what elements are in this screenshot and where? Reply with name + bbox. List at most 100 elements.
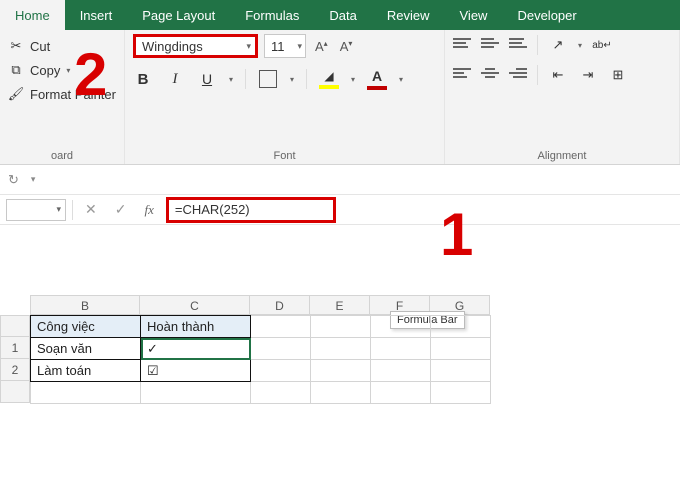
column-headers: B C D E F G <box>30 295 680 315</box>
cell[interactable] <box>251 360 311 382</box>
merge-center-button[interactable]: ⊞ <box>608 64 628 86</box>
col-header-e[interactable]: E <box>310 295 370 315</box>
increase-indent-button[interactable]: ⇥ <box>578 64 598 86</box>
cell[interactable] <box>311 360 371 382</box>
separator <box>72 200 73 220</box>
chevron-down-icon: ▾ <box>66 66 70 75</box>
cell[interactable] <box>431 316 491 338</box>
paintbrush-icon: 🖌 <box>8 86 24 102</box>
separator <box>245 69 246 89</box>
shrink-font-button[interactable]: A▾ <box>337 39 356 54</box>
separator <box>306 69 307 89</box>
font-size-dropdown[interactable]: 11 <box>264 34 306 58</box>
font-color-icon: A <box>372 68 382 84</box>
cut-label: Cut <box>30 39 50 54</box>
cell[interactable] <box>371 338 431 360</box>
align-center-button[interactable] <box>481 68 499 82</box>
underline-button[interactable]: U <box>197 68 217 90</box>
align-bottom-button[interactable] <box>509 38 527 52</box>
col-header-d[interactable]: D <box>250 295 310 315</box>
align-top-button[interactable] <box>453 38 471 52</box>
formula-value: =CHAR(252) <box>175 202 250 217</box>
callout-2: 2 <box>74 40 107 109</box>
cell[interactable] <box>311 382 371 404</box>
chevron-down-icon[interactable]: ▾ <box>351 75 355 84</box>
cell[interactable] <box>251 316 311 338</box>
group-alignment: ↗ ▾ ab↵ ⇤ ⇥ ⊞ Alignment <box>445 30 680 164</box>
chevron-down-icon[interactable]: ▾ <box>290 75 294 84</box>
borders-icon <box>259 70 277 88</box>
copy-label: Copy <box>30 63 60 78</box>
chevron-down-icon[interactable]: ▾ <box>399 75 403 84</box>
chevron-down-icon[interactable]: ▾ <box>229 75 233 84</box>
row-header-1[interactable]: 1 <box>0 337 30 359</box>
tab-review[interactable]: Review <box>372 0 445 30</box>
align-right-button[interactable] <box>509 68 527 82</box>
cells: Công việc Hoàn thành Soạn văn ✓ Làm toán… <box>30 315 491 404</box>
row-header-blank2[interactable] <box>0 381 30 403</box>
borders-button[interactable] <box>258 68 278 90</box>
wrap-text-button[interactable]: ab↵ <box>592 34 612 56</box>
cell-c2[interactable]: ☑ <box>141 360 251 382</box>
bold-button[interactable]: B <box>133 68 153 90</box>
fx-icon[interactable]: fx <box>138 202 159 218</box>
cell[interactable] <box>31 382 141 404</box>
font-color-button[interactable]: A <box>367 68 387 90</box>
align-left-button[interactable] <box>453 68 471 82</box>
redo-button[interactable]: ↻ <box>8 172 19 188</box>
cell[interactable] <box>371 316 431 338</box>
tab-data[interactable]: Data <box>314 0 371 30</box>
cell[interactable] <box>311 338 371 360</box>
row-header-2[interactable]: 2 <box>0 359 30 381</box>
font-color-swatch <box>367 86 387 90</box>
formula-bar: ✕ ✓ fx =CHAR(252) <box>0 195 680 225</box>
cell[interactable] <box>431 360 491 382</box>
italic-button[interactable]: I <box>165 68 185 90</box>
tab-developer[interactable]: Developer <box>502 0 591 30</box>
tab-insert[interactable]: Insert <box>65 0 128 30</box>
separator <box>537 35 538 55</box>
quick-access-bar: ↻ ▾ <box>0 165 680 195</box>
row-header-blank[interactable] <box>0 315 30 337</box>
enter-formula-button[interactable]: ✓ <box>109 201 133 218</box>
cell-b1[interactable]: Soạn văn <box>31 338 141 360</box>
name-box[interactable] <box>6 199 66 221</box>
cell[interactable] <box>371 382 431 404</box>
col-header-b[interactable]: B <box>30 295 140 315</box>
cell-b2[interactable]: Làm toán <box>31 360 141 382</box>
scissors-icon: ✂ <box>8 38 24 54</box>
qat-customize-button[interactable]: ▾ <box>31 174 36 185</box>
cancel-formula-button[interactable]: ✕ <box>79 201 103 218</box>
align-middle-button[interactable] <box>481 38 499 52</box>
tab-view[interactable]: View <box>445 0 503 30</box>
chevron-down-icon[interactable]: ▾ <box>578 41 582 50</box>
cell[interactable] <box>251 338 311 360</box>
group-clipboard-label: oard <box>8 150 116 162</box>
grow-font-button[interactable]: A▴ <box>312 39 331 54</box>
copy-icon: ⧉ <box>8 62 24 78</box>
decrease-indent-button[interactable]: ⇤ <box>548 64 568 86</box>
cell-header-c[interactable]: Hoàn thành <box>141 316 251 338</box>
cell[interactable] <box>371 360 431 382</box>
cell[interactable] <box>141 382 251 404</box>
cell-header-b[interactable]: Công việc <box>31 316 141 338</box>
tab-formulas[interactable]: Formulas <box>230 0 314 30</box>
cell[interactable] <box>431 382 491 404</box>
group-alignment-label: Alignment <box>453 150 671 162</box>
cell[interactable] <box>251 382 311 404</box>
orientation-button[interactable]: ↗ <box>548 34 568 56</box>
tab-page-layout[interactable]: Page Layout <box>127 0 230 30</box>
row-headers: 1 2 <box>0 315 30 404</box>
tab-home[interactable]: Home <box>0 0 65 30</box>
fill-color-button[interactable]: ◢ <box>319 68 339 90</box>
col-header-c[interactable]: C <box>140 295 250 315</box>
group-font: Wingdings 11 A▴ A▾ B I U▾ ▾ ◢ ▾ <box>125 30 445 164</box>
worksheet-grid[interactable]: B C D E F G 1 2 Công việc Hoàn thành Soạ… <box>0 295 680 404</box>
cell-c1[interactable]: ✓ <box>141 338 251 360</box>
cell[interactable] <box>311 316 371 338</box>
separator <box>537 65 538 85</box>
formula-input[interactable]: =CHAR(252) <box>166 197 336 223</box>
font-name-dropdown[interactable]: Wingdings <box>133 34 258 58</box>
font-name-value: Wingdings <box>142 39 203 54</box>
cell[interactable] <box>431 338 491 360</box>
